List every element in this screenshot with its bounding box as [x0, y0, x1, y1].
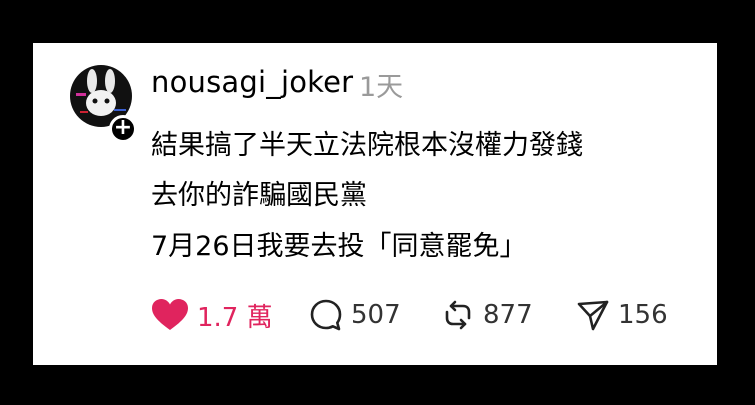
repost-icon: [445, 300, 471, 330]
repost-button[interactable]: 877: [441, 298, 533, 332]
post-text-line-3: 7月26日我要去投「同意罷免」: [151, 231, 527, 262]
send-icon: [577, 300, 609, 331]
username[interactable]: nousagi_joker: [151, 65, 353, 99]
like-count: 1.7 萬: [197, 302, 273, 333]
share-button[interactable]: 156: [576, 298, 668, 332]
avatar-container[interactable]: +: [70, 65, 138, 143]
share-count: 156: [618, 300, 668, 330]
post-time: 1天: [359, 72, 404, 103]
like-button[interactable]: 1.7 萬: [151, 298, 273, 333]
comment-count: 507: [351, 300, 401, 330]
post-text-line-1: 結果搞了半天立法院根本沒權力發錢: [151, 130, 583, 161]
repost-count: 877: [483, 300, 533, 330]
comment-icon: [310, 299, 342, 331]
follow-plus-button[interactable]: +: [109, 115, 137, 143]
heart-icon: [152, 299, 188, 330]
post-text-line-2: 去你的詐騙國民黨: [151, 180, 367, 211]
comment-button[interactable]: 507: [309, 298, 401, 332]
post-card: + nousagi_joker 1天 結果搞了半天立法院根本沒權力發錢 去你的詐…: [33, 43, 717, 365]
